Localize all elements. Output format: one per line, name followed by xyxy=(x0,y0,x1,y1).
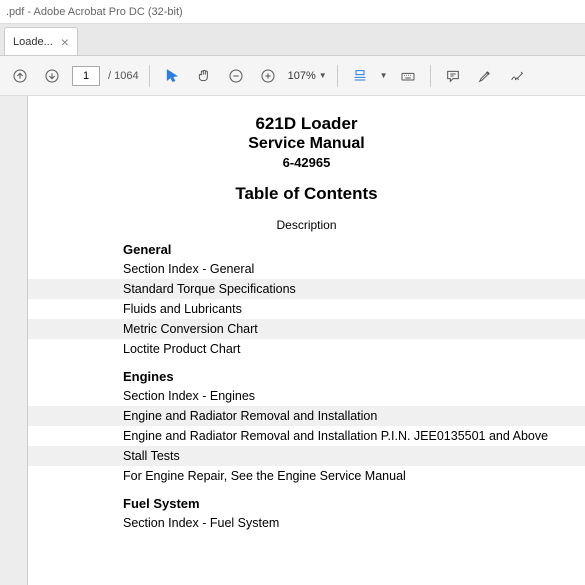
section-heading: Engines xyxy=(28,367,585,386)
separator xyxy=(430,65,431,87)
page-display-button[interactable] xyxy=(348,64,372,88)
close-icon[interactable]: × xyxy=(61,35,69,49)
zoom-in-button[interactable] xyxy=(256,64,280,88)
section-heading: General xyxy=(28,240,585,259)
next-view-button[interactable] xyxy=(40,64,64,88)
toc-row: Loctite Product Chart xyxy=(28,339,585,359)
toc-row: Engine and Radiator Removal and Installa… xyxy=(28,426,585,446)
doc-title-1: 621D Loader xyxy=(28,114,585,134)
workspace: 621D Loader Service Manual 6-42965 Table… xyxy=(0,96,585,585)
zoom-out-button[interactable] xyxy=(224,64,248,88)
zoom-level-dropdown[interactable]: 107% ▼ xyxy=(288,70,327,82)
nav-sidebar[interactable] xyxy=(0,96,28,585)
doc-title-2: Service Manual xyxy=(28,135,585,153)
toc-row: Section Index - Engines xyxy=(28,386,585,406)
document-page: 621D Loader Service Manual 6-42965 Table… xyxy=(28,96,585,585)
page-viewport[interactable]: 621D Loader Service Manual 6-42965 Table… xyxy=(28,96,585,585)
zoom-value: 107% xyxy=(288,70,316,82)
selection-tool-button[interactable] xyxy=(160,64,184,88)
window-titlebar: .pdf - Adobe Acrobat Pro DC (32-bit) xyxy=(0,0,585,24)
toc-row: Section Index - General xyxy=(28,259,585,279)
comment-button[interactable] xyxy=(441,64,465,88)
tab-label: Loade... xyxy=(13,36,53,48)
keyboard-icon[interactable] xyxy=(396,64,420,88)
highlight-button[interactable] xyxy=(473,64,497,88)
page-number-input[interactable] xyxy=(72,66,100,86)
main-toolbar: / 1064 107% ▼ ▼ xyxy=(0,56,585,96)
document-tab[interactable]: Loade... × xyxy=(4,27,78,55)
toc-row: Fluids and Lubricants xyxy=(28,299,585,319)
hand-tool-button[interactable] xyxy=(192,64,216,88)
window-title: .pdf - Adobe Acrobat Pro DC (32-bit) xyxy=(6,6,183,18)
toc-row: Standard Torque Specifications xyxy=(28,279,585,299)
description-label: Description xyxy=(28,218,585,232)
doc-number: 6-42965 xyxy=(28,155,585,170)
sign-button[interactable] xyxy=(505,64,529,88)
toc-row: Engine and Radiator Removal and Installa… xyxy=(28,406,585,426)
toc-heading: Table of Contents xyxy=(28,184,585,204)
chevron-down-icon: ▼ xyxy=(319,71,327,80)
separator xyxy=(149,65,150,87)
toc-row: Stall Tests xyxy=(28,446,585,466)
chevron-down-icon[interactable]: ▼ xyxy=(380,71,388,80)
separator xyxy=(337,65,338,87)
toc-row: For Engine Repair, See the Engine Servic… xyxy=(28,466,585,486)
toc-row: Metric Conversion Chart xyxy=(28,319,585,339)
tab-bar: Loade... × xyxy=(0,24,585,56)
section-heading: Fuel System xyxy=(28,494,585,513)
previous-view-button[interactable] xyxy=(8,64,32,88)
toc-row: Section Index - Fuel System xyxy=(28,513,585,533)
page-count: / 1064 xyxy=(108,70,139,82)
